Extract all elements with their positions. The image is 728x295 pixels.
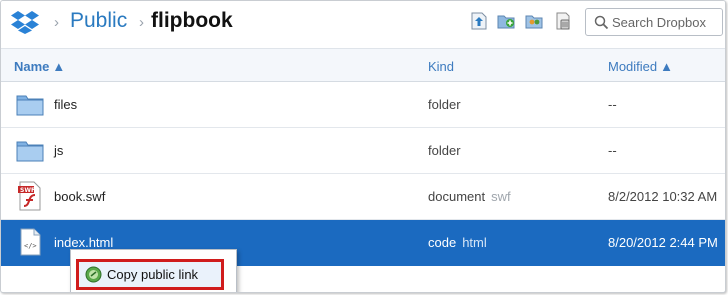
search-input[interactable] bbox=[612, 12, 720, 32]
svg-text:SWF: SWF bbox=[20, 187, 35, 194]
swf-file-icon: SWF bbox=[18, 181, 41, 211]
file-name[interactable]: files bbox=[54, 97, 77, 112]
file-row[interactable]: js folder -- bbox=[1, 128, 725, 174]
folder-icon bbox=[16, 141, 44, 162]
file-name[interactable]: index.html bbox=[54, 235, 113, 250]
modified-column-header[interactable]: Modified ▲ bbox=[608, 59, 673, 74]
breadcrumb-public[interactable]: Public bbox=[70, 9, 127, 33]
file-kind: document swf bbox=[428, 189, 511, 204]
link-icon bbox=[85, 266, 102, 283]
context-menu: Copy public link bbox=[70, 249, 237, 292]
copy-public-link-menu-item[interactable]: Copy public link bbox=[76, 259, 224, 290]
svg-text:</>: </> bbox=[24, 242, 37, 250]
sort-ascending-icon: ▲ bbox=[52, 59, 66, 74]
file-modified: 8/20/2012 2:44 PM bbox=[608, 235, 718, 250]
name-column-label: Name bbox=[14, 59, 50, 74]
file-kind: code html bbox=[428, 235, 487, 250]
kind-label: code bbox=[428, 235, 457, 250]
file-modified: 8/2/2012 10:32 AM bbox=[608, 189, 718, 204]
file-row[interactable]: SWF book.swf document swf 8/2/2012 10:32 … bbox=[1, 174, 725, 220]
show-deleted-icon[interactable] bbox=[554, 12, 572, 30]
kind-label: document bbox=[428, 189, 486, 204]
dropbox-window: › Public › flipbook Search Dropbox Name … bbox=[0, 0, 726, 293]
header-bar: › Public › flipbook bbox=[1, 1, 725, 43]
new-folder-icon[interactable] bbox=[497, 12, 515, 30]
file-row[interactable]: files folder -- bbox=[1, 82, 725, 128]
file-modified: -- bbox=[608, 143, 617, 158]
search-icon bbox=[594, 15, 609, 30]
dropbox-logo-icon[interactable] bbox=[10, 10, 40, 34]
breadcrumb-separator-icon: › bbox=[139, 14, 144, 31]
file-modified: -- bbox=[608, 97, 617, 112]
file-name[interactable]: book.swf bbox=[54, 189, 105, 204]
kind-label: folder bbox=[428, 97, 461, 112]
column-header: Name ▲ Kind Modified ▲ bbox=[1, 48, 725, 82]
share-folder-icon[interactable] bbox=[525, 12, 543, 30]
name-column-header[interactable]: Name ▲ bbox=[14, 59, 65, 74]
html-file-icon: </> bbox=[20, 228, 41, 256]
file-kind: folder bbox=[428, 97, 461, 112]
file-extension: swf bbox=[491, 189, 511, 204]
breadcrumb-current-folder: flipbook bbox=[151, 9, 233, 32]
modified-column-label: Modified bbox=[608, 59, 658, 74]
sort-ascending-icon: ▲ bbox=[660, 59, 674, 74]
file-name[interactable]: js bbox=[54, 143, 63, 158]
folder-icon bbox=[16, 95, 44, 116]
copy-public-link-label: Copy public link bbox=[107, 267, 199, 282]
breadcrumb-separator-icon: › bbox=[54, 14, 59, 31]
kind-column-header[interactable]: Kind bbox=[428, 59, 454, 74]
upload-icon[interactable] bbox=[470, 12, 488, 30]
search-box[interactable] bbox=[585, 8, 723, 36]
file-extension: html bbox=[462, 235, 487, 250]
file-kind: folder bbox=[428, 143, 461, 158]
kind-label: folder bbox=[428, 143, 461, 158]
